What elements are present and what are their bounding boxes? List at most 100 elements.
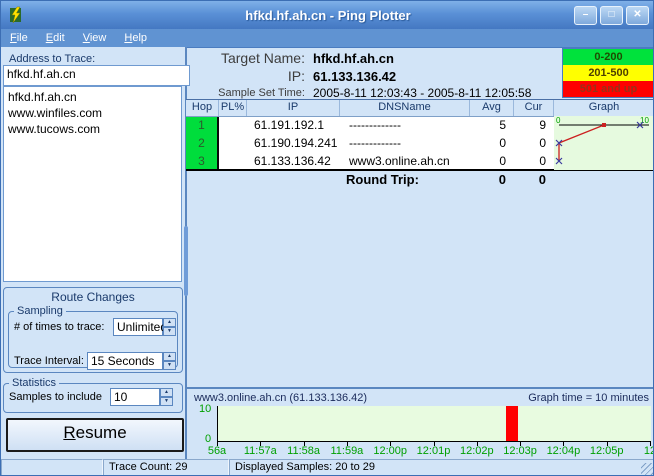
round-trip-row: Round Trip: 0 0: [186, 171, 654, 189]
timeline-y-max: 10: [199, 403, 211, 415]
timeline-y-min: 0: [205, 433, 211, 445]
sampling-group: Sampling # of times to trace: Unlimited …: [8, 305, 178, 368]
column-header-pl%[interactable]: PL%: [219, 100, 247, 116]
x-axis-label: 12:03p: [503, 445, 537, 457]
x-axis-label: 12: [644, 445, 654, 457]
resize-grip[interactable]: [641, 463, 654, 476]
svg-text:0: 0: [556, 116, 561, 125]
address-list-item[interactable]: hfkd.hf.ah.cn: [8, 89, 177, 105]
address-list-item[interactable]: www.winfiles.com: [8, 105, 177, 121]
hop-cell: 1: [186, 117, 219, 135]
x-axis-label: 11:57a: [244, 445, 277, 457]
packet-loss-cell: [219, 135, 247, 153]
trace-count-status: Trace Count: 29: [103, 459, 229, 476]
samples-spin-down-icon[interactable]: ▼: [160, 397, 173, 406]
times-to-trace-value[interactable]: Unlimited: [113, 318, 163, 336]
times-spin-down-icon[interactable]: ▼: [163, 327, 176, 336]
cur-cell: 0: [514, 153, 554, 169]
timeline-x-labels: 56a11:57a11:58a11:59a12:00p12:01p12:02p1…: [217, 445, 650, 457]
samples-to-include-label: Samples to include: [9, 391, 102, 403]
hop-cell: 2: [186, 135, 219, 153]
timeline-panel: www3.online.ah.cn (61.133.136.42) Graph …: [187, 387, 654, 461]
sidebar: Address to Trace: hfkd.hf.ah.cn hfkd.hf.…: [1, 47, 187, 459]
column-header-dnsname[interactable]: DNSName: [340, 100, 470, 116]
address-to-trace-label: Address to Trace:: [9, 53, 95, 65]
cur-cell: 0: [514, 135, 554, 153]
x-axis-label: 56a: [208, 445, 226, 457]
target-name-value: hfkd.hf.ah.cn: [313, 50, 394, 66]
column-header-cur[interactable]: Cur: [514, 100, 554, 116]
main-content: Target Name: hfkd.hf.ah.cn IP: 61.133.13…: [187, 47, 654, 459]
hop-cell: 3: [186, 153, 219, 169]
x-axis-label: 12:00p: [373, 445, 407, 457]
x-axis-label: 11:58a: [287, 445, 320, 457]
dns-cell: -------------: [340, 117, 470, 135]
graph-time-label: Graph time = 10 minutes: [528, 392, 649, 404]
menu-item-file[interactable]: File: [1, 32, 37, 44]
timeout-bar: [506, 406, 518, 441]
titlebar: hfkd.hf.ah.cn - Ping Plotter – □ ✕: [1, 1, 654, 29]
ping-plotter-window: hfkd.hf.ah.cn - Ping Plotter – □ ✕ FileE…: [0, 0, 654, 476]
legend-row: 201-500: [563, 65, 654, 81]
trace-table: HopPL%IPDNSNameAvgCurGraph 1 61.191.192.1…: [186, 99, 654, 171]
cur-cell: 9: [514, 117, 554, 135]
x-axis-label: 12:04p: [547, 445, 581, 457]
round-trip-label: Round Trip:: [346, 172, 419, 187]
menu-item-edit[interactable]: Edit: [37, 32, 74, 44]
ip-cell: 61.191.192.1: [247, 117, 340, 135]
column-header-ip[interactable]: IP: [247, 100, 340, 116]
menu-item-view[interactable]: View: [74, 32, 116, 44]
packet-loss-cell: [219, 117, 247, 135]
column-header-graph[interactable]: Graph: [554, 100, 654, 116]
round-trip-avg: 0: [470, 172, 506, 187]
menu-item-help[interactable]: Help: [115, 32, 156, 44]
maximize-button[interactable]: □: [600, 6, 623, 25]
interval-spin-up-icon[interactable]: ▲: [163, 352, 176, 361]
packet-loss-cell: [219, 153, 247, 169]
statusbar: Trace Count: 29 Displayed Samples: 20 to…: [1, 459, 654, 476]
x-axis-label: 11:59a: [330, 445, 363, 457]
timeline-plot[interactable]: [217, 406, 651, 442]
ip-label: IP:: [187, 68, 305, 84]
legend-row: 0-200: [563, 49, 654, 65]
times-to-trace-label: # of times to trace:: [14, 321, 104, 333]
interval-spin-down-icon[interactable]: ▼: [163, 361, 176, 370]
statistics-group: Statistics Samples to include 10 ▲ ▼: [3, 377, 183, 413]
latency-legend: 0-200201-500501 and up: [562, 48, 654, 98]
resume-button[interactable]: Resume: [6, 418, 184, 452]
trace-interval-label: Trace Interval:: [14, 355, 84, 367]
legend-row: 501 and up: [563, 81, 654, 97]
x-axis-label: 12:01p: [417, 445, 451, 457]
dns-cell: www3.online.ah.cn: [340, 153, 470, 169]
x-axis-label: 12:05p: [590, 445, 624, 457]
trace-interval-value[interactable]: 15 Seconds: [87, 352, 163, 370]
column-header-hop[interactable]: Hop: [186, 100, 219, 116]
column-header-avg[interactable]: Avg: [470, 100, 514, 116]
x-axis-label: 12:02p: [460, 445, 494, 457]
dns-cell: -------------: [340, 135, 470, 153]
address-list[interactable]: hfkd.hf.ah.cnwww.winfiles.comwww.tucows.…: [3, 86, 182, 282]
sample-set-time-label: Sample Set Time:: [187, 86, 305, 100]
target-name-label: Target Name:: [187, 50, 305, 66]
sample-set-time-value: 2005-8-11 12:03:43 - 2005-8-11 12:05:58: [313, 86, 531, 100]
table-header-row: HopPL%IPDNSNameAvgCurGraph: [186, 100, 654, 117]
route-changes-panel: Route Changes Sampling # of times to tra…: [3, 287, 183, 373]
samples-spin-up-icon[interactable]: ▲: [160, 388, 173, 397]
samples-to-include-value[interactable]: 10: [110, 388, 160, 406]
timeline-title: www3.online.ah.cn (61.133.136.42): [194, 392, 367, 404]
avg-cell: 5: [470, 117, 514, 135]
address-list-item[interactable]: www.tucows.com: [8, 121, 177, 137]
status-cell-empty: [1, 459, 103, 476]
address-input[interactable]: hfkd.hf.ah.cn: [3, 65, 190, 86]
sampling-legend: Sampling: [14, 305, 66, 317]
hop-minigraph: 010: [554, 116, 654, 170]
times-spin-up-icon[interactable]: ▲: [163, 318, 176, 327]
displayed-samples-status: Displayed Samples: 20 to 29: [229, 459, 654, 476]
ip-cell: 61.133.136.42: [247, 153, 340, 169]
round-trip-cur: 0: [514, 172, 546, 187]
window-title: hfkd.hf.ah.cn - Ping Plotter: [1, 8, 654, 23]
menubar: FileEditViewHelp: [1, 29, 654, 48]
minimize-button[interactable]: –: [574, 6, 597, 25]
close-button[interactable]: ✕: [626, 6, 649, 25]
route-changes-label: Route Changes: [4, 290, 182, 304]
